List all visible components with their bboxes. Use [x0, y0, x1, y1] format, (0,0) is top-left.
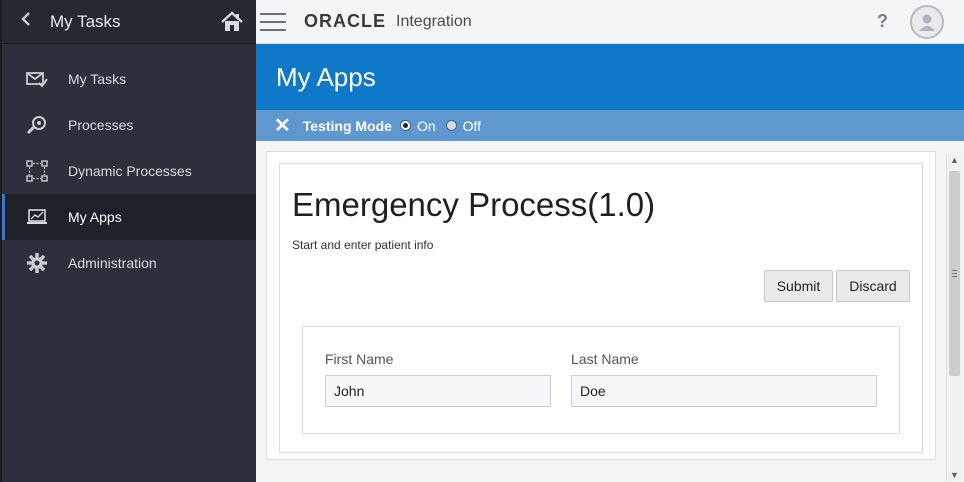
home-icon[interactable]	[220, 10, 244, 33]
first-name-label: First Name	[325, 351, 394, 367]
last-name-field[interactable]	[571, 375, 877, 407]
page-title: My Apps	[256, 44, 964, 110]
content-area: Emergency Process(1.0) Start and enter p…	[256, 141, 964, 482]
sidebar-item-my-apps[interactable]: My Apps	[2, 194, 256, 240]
form-frame: Emergency Process(1.0) Start and enter p…	[266, 151, 936, 460]
scroll-thumb[interactable]	[949, 171, 960, 376]
testing-mode-label: Testing Mode	[302, 117, 392, 134]
close-icon[interactable]: ✕	[274, 113, 291, 138]
sidebar-item-processes[interactable]: Processes	[2, 102, 256, 148]
testing-mode-bar: ✕ Testing Mode On Off	[256, 110, 964, 141]
sidebar-item-administration[interactable]: Administration	[2, 240, 256, 286]
testing-on-radio[interactable]	[399, 120, 411, 131]
scroll-up-icon[interactable]: ▲	[950, 155, 959, 165]
sidebar-title: My Tasks	[50, 11, 121, 31]
hamburger-menu-icon[interactable]	[260, 12, 286, 31]
apps-monitor-icon	[24, 206, 50, 228]
sidebar: My Tasks My Tasks Processes Dynamic Proc…	[0, 0, 256, 482]
help-icon[interactable]: ?	[877, 11, 888, 32]
process-search-icon	[24, 114, 50, 136]
sidebar-menu: My Tasks Processes Dynamic Processes My …	[2, 56, 256, 286]
sidebar-item-label: My Tasks	[68, 71, 127, 87]
testing-on-label[interactable]: On	[417, 118, 436, 134]
oracle-logo: ORACLE	[304, 11, 386, 31]
scroll-down-icon[interactable]: ▼	[950, 470, 959, 480]
tasks-icon	[24, 68, 50, 90]
patient-fields: First Name Last Name	[302, 326, 900, 434]
sidebar-item-label: Administration	[68, 255, 157, 271]
chevron-left-icon[interactable]	[20, 11, 50, 32]
sidebar-header: My Tasks	[2, 0, 256, 44]
avatar[interactable]	[910, 4, 944, 39]
top-bar: ORACLE Integration ?	[256, 0, 964, 44]
first-name-field[interactable]	[325, 375, 551, 407]
dynamic-process-icon	[24, 160, 50, 182]
gear-icon	[24, 252, 50, 274]
form-subtitle: Start and enter patient info	[292, 238, 434, 252]
last-name-label: Last Name	[571, 351, 639, 367]
vertical-scrollbar[interactable]: ▲ ▼	[946, 154, 962, 481]
product-name: Integration	[396, 12, 472, 30]
form-card: Emergency Process(1.0) Start and enter p…	[279, 163, 923, 453]
testing-off-label[interactable]: Off	[463, 118, 481, 134]
submit-button[interactable]: Submit	[764, 270, 833, 302]
form-title: Emergency Process(1.0)	[292, 186, 656, 223]
testing-off-radio[interactable]	[445, 120, 457, 131]
sidebar-item-label: Processes	[68, 117, 134, 133]
sidebar-item-my-tasks[interactable]: My Tasks	[2, 56, 256, 102]
sidebar-item-label: My Apps	[68, 209, 122, 225]
sidebar-item-label: Dynamic Processes	[68, 163, 192, 179]
sidebar-item-dynamic-processes[interactable]: Dynamic Processes	[2, 148, 256, 194]
discard-button[interactable]: Discard	[836, 270, 910, 302]
